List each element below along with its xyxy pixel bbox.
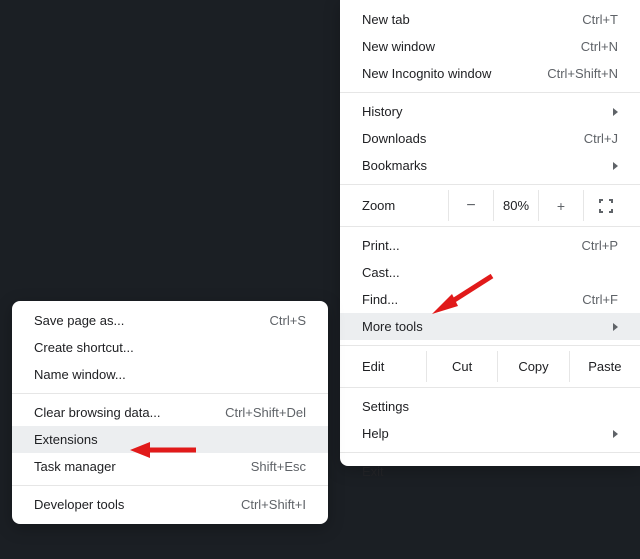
separator: [12, 485, 328, 486]
menu-item-exit[interactable]: Exit: [340, 458, 640, 485]
shortcut: Ctrl+Shift+N: [547, 66, 618, 81]
separator: [340, 184, 640, 185]
shortcut: Shift+Esc: [251, 459, 306, 474]
submenu-item-clear-browsing-data[interactable]: Clear browsing data... Ctrl+Shift+Del: [12, 399, 328, 426]
shortcut: Ctrl+J: [584, 131, 618, 146]
label: Save page as...: [34, 313, 260, 328]
label: Clear browsing data...: [34, 405, 215, 420]
submenu-item-developer-tools[interactable]: Developer tools Ctrl+Shift+I: [12, 491, 328, 518]
zoom-in-button[interactable]: +: [538, 190, 583, 221]
label: Cast...: [362, 265, 618, 280]
label: Task manager: [34, 459, 241, 474]
submenu-item-extensions[interactable]: Extensions: [12, 426, 328, 453]
shortcut: Ctrl+P: [582, 238, 618, 253]
label: Help: [362, 426, 605, 441]
label: More tools: [362, 319, 605, 334]
label: Settings: [362, 399, 618, 414]
submenu-item-task-manager[interactable]: Task manager Shift+Esc: [12, 453, 328, 480]
submenu-item-name-window[interactable]: Name window...: [12, 361, 328, 388]
shortcut: Ctrl+S: [270, 313, 306, 328]
zoom-label: Zoom: [362, 198, 448, 213]
cut-button[interactable]: Cut: [426, 351, 497, 382]
submenu-item-create-shortcut[interactable]: Create shortcut...: [12, 334, 328, 361]
shortcut: Ctrl+T: [582, 12, 618, 27]
menu-item-zoom: Zoom − 80% +: [340, 190, 640, 221]
label: Bookmarks: [362, 158, 605, 173]
edit-label: Edit: [362, 359, 426, 374]
label: New window: [362, 39, 571, 54]
fullscreen-icon: [599, 199, 613, 213]
submenu-caret-icon: [613, 323, 618, 331]
separator: [340, 452, 640, 453]
submenu-caret-icon: [613, 162, 618, 170]
zoom-value: 80%: [493, 190, 538, 221]
menu-item-downloads[interactable]: Downloads Ctrl+J: [340, 125, 640, 152]
shortcut: Ctrl+F: [582, 292, 618, 307]
label: Developer tools: [34, 497, 231, 512]
menu-item-history[interactable]: History: [340, 98, 640, 125]
label: Print...: [362, 238, 572, 253]
separator: [340, 92, 640, 93]
shortcut: Ctrl+Shift+I: [241, 497, 306, 512]
menu-item-print[interactable]: Print... Ctrl+P: [340, 232, 640, 259]
label: Find...: [362, 292, 572, 307]
label: Name window...: [34, 367, 306, 382]
label: Extensions: [34, 432, 306, 447]
paste-button[interactable]: Paste: [569, 351, 640, 382]
copy-button[interactable]: Copy: [497, 351, 568, 382]
separator: [12, 393, 328, 394]
menu-item-new-incognito[interactable]: New Incognito window Ctrl+Shift+N: [340, 60, 640, 87]
label: Downloads: [362, 131, 574, 146]
label: New tab: [362, 12, 572, 27]
menu-item-more-tools[interactable]: More tools: [340, 313, 640, 340]
zoom-out-button[interactable]: −: [448, 190, 493, 221]
submenu-caret-icon: [613, 108, 618, 116]
menu-item-cast[interactable]: Cast...: [340, 259, 640, 286]
submenu-item-save-page[interactable]: Save page as... Ctrl+S: [12, 307, 328, 334]
menu-item-help[interactable]: Help: [340, 420, 640, 447]
separator: [340, 345, 640, 346]
label: New Incognito window: [362, 66, 537, 81]
separator: [340, 226, 640, 227]
chrome-main-menu: New tab Ctrl+T New window Ctrl+N New Inc…: [340, 0, 640, 466]
menu-item-bookmarks[interactable]: Bookmarks: [340, 152, 640, 179]
menu-item-edit: Edit Cut Copy Paste: [340, 351, 640, 382]
label: Create shortcut...: [34, 340, 306, 355]
menu-item-find[interactable]: Find... Ctrl+F: [340, 286, 640, 313]
label: History: [362, 104, 605, 119]
submenu-caret-icon: [613, 430, 618, 438]
fullscreen-button[interactable]: [583, 190, 628, 221]
separator: [340, 387, 640, 388]
menu-item-settings[interactable]: Settings: [340, 393, 640, 420]
menu-item-new-tab[interactable]: New tab Ctrl+T: [340, 6, 640, 33]
label: Exit: [362, 464, 618, 479]
shortcut: Ctrl+N: [581, 39, 618, 54]
shortcut: Ctrl+Shift+Del: [225, 405, 306, 420]
more-tools-submenu: Save page as... Ctrl+S Create shortcut..…: [12, 301, 328, 524]
menu-item-new-window[interactable]: New window Ctrl+N: [340, 33, 640, 60]
